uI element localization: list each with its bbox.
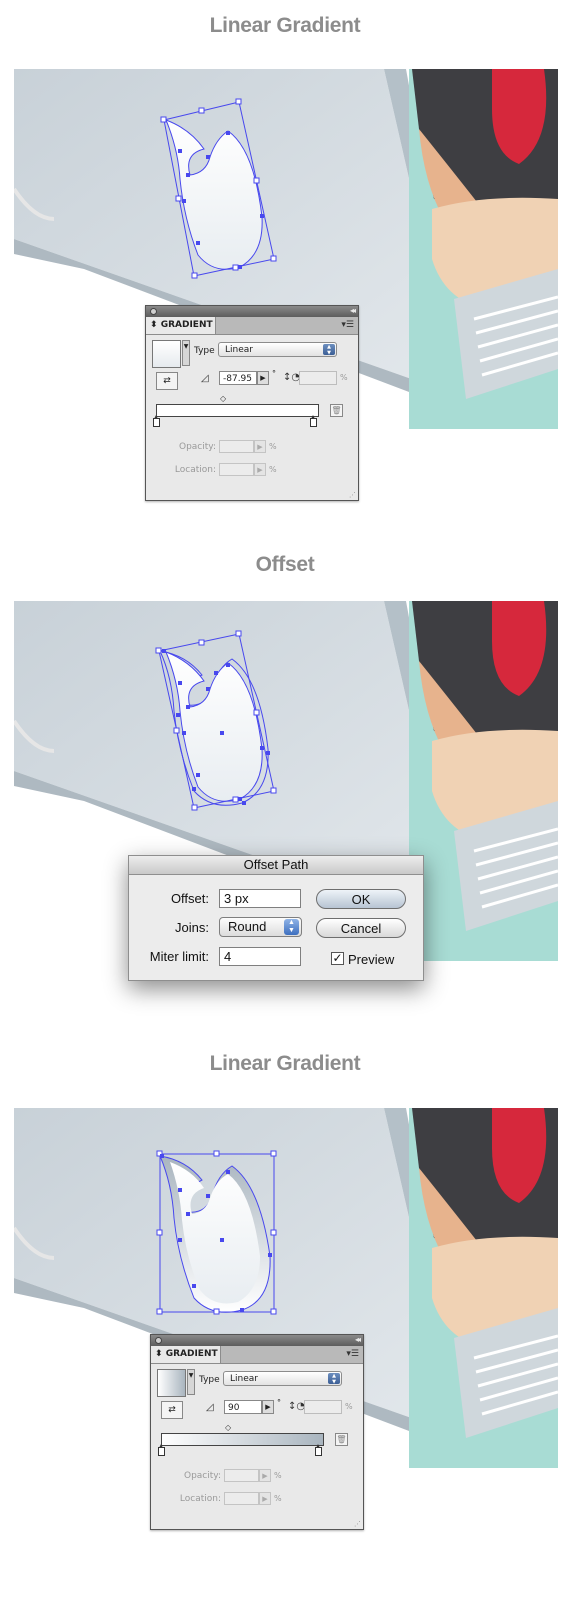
preview-checkbox[interactable]: ✓ bbox=[331, 952, 344, 965]
opacity-dropdown-button[interactable]: ▶ bbox=[254, 440, 266, 453]
ok-button[interactable]: OK bbox=[316, 889, 406, 909]
gradient-panel-1: ◂◂ ⬍ GRADIENT ▾☰ ▼ Type Linear ▲ ▼ ⇄ ◿ -8… bbox=[145, 305, 359, 501]
opacity-dropdown-button[interactable]: ▶ bbox=[259, 1469, 271, 1482]
cancel-button[interactable]: Cancel bbox=[316, 918, 406, 938]
resize-grip-icon[interactable]: ⋰ bbox=[349, 491, 356, 499]
delete-stop-icon[interactable]: 🗑 bbox=[330, 404, 343, 417]
location-dropdown-button[interactable]: ▶ bbox=[254, 463, 266, 476]
location-percent: % bbox=[274, 1494, 282, 1503]
type-label: Type bbox=[194, 346, 215, 356]
panel-menu-icon[interactable]: ▾☰ bbox=[346, 1349, 359, 1359]
delete-stop-icon[interactable]: 🗑 bbox=[335, 1433, 348, 1446]
degree-symbol: ° bbox=[277, 1398, 281, 1407]
aspect-ratio-input[interactable] bbox=[304, 1400, 342, 1414]
type-select-value: Linear bbox=[230, 1374, 258, 1384]
gradient-panel-2: ◂◂ ⬍ GRADIENT ▾☰ ▼ Type Linear ▲ ▼ ⇄ ◿ 90… bbox=[150, 1334, 364, 1530]
opacity-input[interactable] bbox=[224, 1469, 259, 1482]
aspect-ratio-icon: ↕◔ bbox=[283, 372, 301, 383]
gradient-stop-end[interactable] bbox=[315, 1444, 322, 1456]
location-label: Location: bbox=[179, 1494, 221, 1504]
gradient-slider[interactable] bbox=[161, 1433, 324, 1446]
dialog-title: Offset Path bbox=[129, 856, 423, 875]
miter-limit-input[interactable]: 4 bbox=[219, 947, 301, 966]
swatch-dropdown-icon[interactable]: ▼ bbox=[187, 1369, 195, 1395]
midpoint-diamond-icon[interactable]: ◇ bbox=[220, 394, 226, 403]
select-arrows-icon: ▲ ▼ bbox=[284, 919, 299, 935]
midpoint-diamond-icon[interactable]: ◇ bbox=[225, 1423, 231, 1432]
collapse-icon[interactable]: ◂◂ bbox=[355, 1335, 361, 1344]
location-percent: % bbox=[269, 465, 277, 474]
heading-linear-gradient-1: Linear Gradient bbox=[209, 14, 361, 37]
panel-tab-row: ⬍ GRADIENT ▾☰ bbox=[146, 317, 358, 335]
gradient-slider[interactable] bbox=[156, 404, 319, 417]
angle-icon: ◿ bbox=[206, 1402, 214, 1413]
miter-limit-label: Miter limit: bbox=[149, 949, 209, 964]
select-arrows-icon: ▲ ▼ bbox=[323, 344, 335, 356]
panel-titlebar[interactable]: ◂◂ bbox=[151, 1335, 363, 1346]
opacity-label: Opacity: bbox=[179, 442, 216, 452]
aspect-percent: % bbox=[340, 373, 348, 382]
offset-label: Offset: bbox=[170, 891, 209, 906]
gradient-swatch[interactable] bbox=[152, 340, 181, 368]
select-arrows-icon: ▲ ▼ bbox=[328, 1373, 340, 1385]
heading-linear-gradient-2: Linear Gradient bbox=[209, 1052, 361, 1075]
opacity-label: Opacity: bbox=[184, 1471, 221, 1481]
swap-icon[interactable]: ⇄ bbox=[156, 372, 178, 390]
location-label: Location: bbox=[174, 465, 216, 475]
close-icon[interactable] bbox=[155, 1337, 162, 1344]
angle-dropdown-button[interactable]: ▶ bbox=[262, 1400, 274, 1414]
collapse-icon[interactable]: ◂◂ bbox=[350, 306, 356, 315]
gradient-stop-start[interactable] bbox=[158, 1444, 165, 1456]
panel-tab-row: ⬍ GRADIENT ▾☰ bbox=[151, 1346, 363, 1364]
checkmark-icon: ✓ bbox=[332, 951, 343, 965]
opacity-input[interactable] bbox=[219, 440, 254, 453]
type-select[interactable]: Linear ▲ ▼ bbox=[218, 342, 337, 357]
location-input[interactable] bbox=[219, 463, 254, 476]
type-select[interactable]: Linear ▲ ▼ bbox=[223, 1371, 342, 1386]
location-input[interactable] bbox=[224, 1492, 259, 1505]
panel-menu-icon[interactable]: ▾☰ bbox=[341, 320, 354, 330]
type-select-value: Linear bbox=[225, 345, 253, 355]
preview-label: Preview bbox=[348, 952, 395, 967]
opacity-percent: % bbox=[274, 1471, 282, 1480]
heading-offset: Offset bbox=[255, 553, 315, 576]
location-dropdown-button[interactable]: ▶ bbox=[259, 1492, 271, 1505]
close-icon[interactable] bbox=[150, 308, 157, 315]
aspect-ratio-input[interactable] bbox=[299, 371, 337, 385]
swatch-dropdown-icon[interactable]: ▼ bbox=[182, 340, 190, 366]
tab-gradient-label: GRADIENT bbox=[165, 1349, 218, 1359]
gradient-stop-start[interactable] bbox=[153, 415, 160, 427]
gradient-stop-end[interactable] bbox=[310, 415, 317, 427]
aspect-percent: % bbox=[345, 1402, 353, 1411]
angle-input[interactable]: -87.95 bbox=[219, 371, 257, 385]
type-label: Type bbox=[199, 1375, 220, 1385]
degree-symbol: ° bbox=[272, 369, 276, 378]
resize-grip-icon[interactable]: ⋰ bbox=[354, 1520, 361, 1528]
angle-icon: ◿ bbox=[201, 373, 209, 384]
angle-input[interactable]: 90 bbox=[224, 1400, 262, 1414]
offset-path-dialog: Offset Path Offset: 3 px Joins: Round ▲ ▼… bbox=[128, 855, 424, 981]
joins-label: Joins: bbox=[175, 920, 209, 935]
angle-dropdown-button[interactable]: ▶ bbox=[257, 371, 269, 385]
offset-input[interactable]: 3 px bbox=[219, 889, 301, 908]
tab-gradient[interactable]: ⬍ GRADIENT bbox=[146, 317, 216, 334]
swap-icon[interactable]: ⇄ bbox=[161, 1401, 183, 1419]
aspect-ratio-icon: ↕◔ bbox=[288, 1401, 306, 1412]
tab-gradient-label: GRADIENT bbox=[160, 320, 213, 330]
joins-select[interactable]: Round ▲ ▼ bbox=[219, 917, 302, 937]
panel-titlebar[interactable]: ◂◂ bbox=[146, 306, 358, 317]
joins-select-value: Round bbox=[228, 919, 267, 934]
tab-gradient[interactable]: ⬍ GRADIENT bbox=[151, 1346, 221, 1363]
opacity-percent: % bbox=[269, 442, 277, 451]
gradient-swatch[interactable] bbox=[157, 1369, 186, 1397]
